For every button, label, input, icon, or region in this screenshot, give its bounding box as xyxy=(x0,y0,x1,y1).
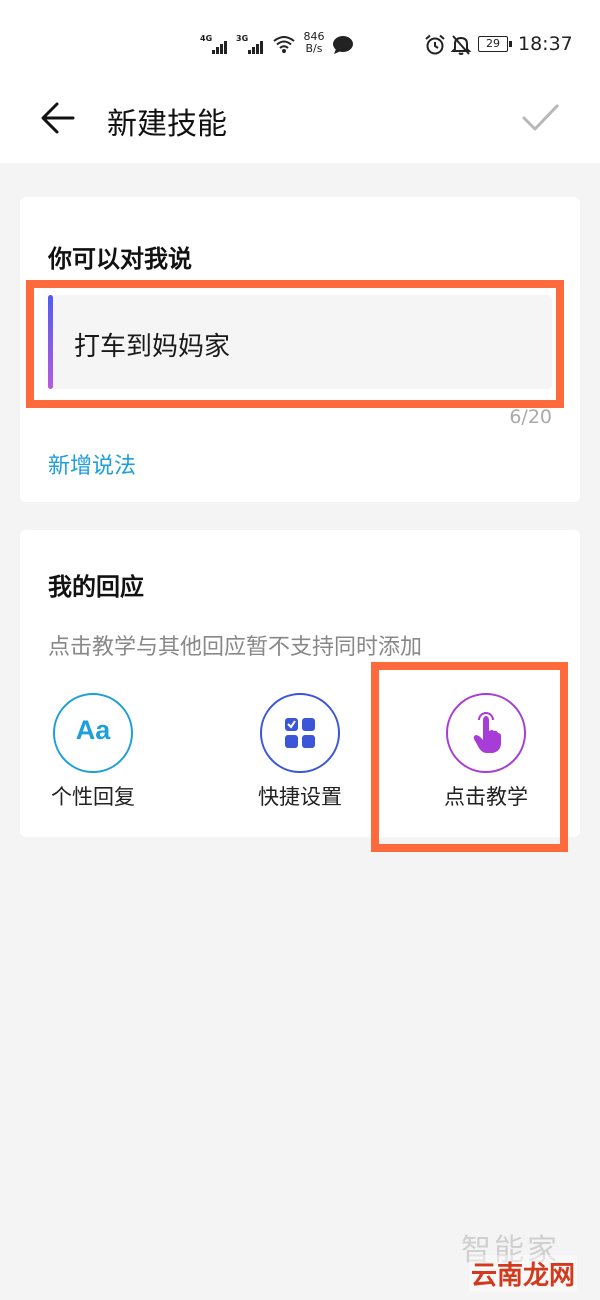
character-counter: 6/20 xyxy=(509,406,552,428)
header: 新建技能 xyxy=(0,88,600,163)
watermark-bottom-text: 云南龙网 xyxy=(469,1255,578,1292)
network-type-label: 3G xyxy=(236,34,249,43)
battery-icon: 29 xyxy=(478,36,512,52)
network-speed: 846 B/s xyxy=(300,31,328,55)
check-icon[interactable] xyxy=(520,100,560,136)
watermark-logo: 智能家 云南龙网 xyxy=(461,1225,591,1292)
aa-text-icon: Aa xyxy=(53,693,133,773)
option-custom-reply[interactable]: Aa 个性回复 xyxy=(13,693,173,813)
utterance-heading: 你可以对我说 xyxy=(48,245,192,273)
bell-off-icon xyxy=(450,35,472,55)
status-time: 18:37 xyxy=(518,33,573,55)
highlight-frame-utterance xyxy=(26,280,564,408)
alarm-icon xyxy=(425,34,445,55)
wifi-icon xyxy=(273,36,295,53)
aa-icon-text: Aa xyxy=(75,715,111,745)
response-heading: 我的回应 xyxy=(48,573,144,601)
app-bar-background: 4G 3G 846 B/s 29 18:37 新建技能 xyxy=(0,0,600,163)
option-label: 个性回复 xyxy=(51,785,135,809)
arrow-left-icon[interactable] xyxy=(40,100,76,136)
option-quick-settings[interactable]: 快捷设置 xyxy=(220,693,380,813)
speed-unit: B/s xyxy=(305,42,323,55)
network-type-label: 4G xyxy=(200,34,213,43)
response-hint: 点击教学与其他回应暂不支持同时添加 xyxy=(48,635,423,660)
option-label: 快捷设置 xyxy=(258,785,342,809)
grid-check-icon xyxy=(260,693,340,773)
message-icon xyxy=(333,36,353,54)
page-title: 新建技能 xyxy=(107,107,227,142)
status-bar: 4G 3G 846 B/s 29 18:37 xyxy=(0,0,600,88)
add-utterance-link[interactable]: 新增说法 xyxy=(48,448,136,480)
highlight-frame-tap-teaching xyxy=(371,662,568,852)
